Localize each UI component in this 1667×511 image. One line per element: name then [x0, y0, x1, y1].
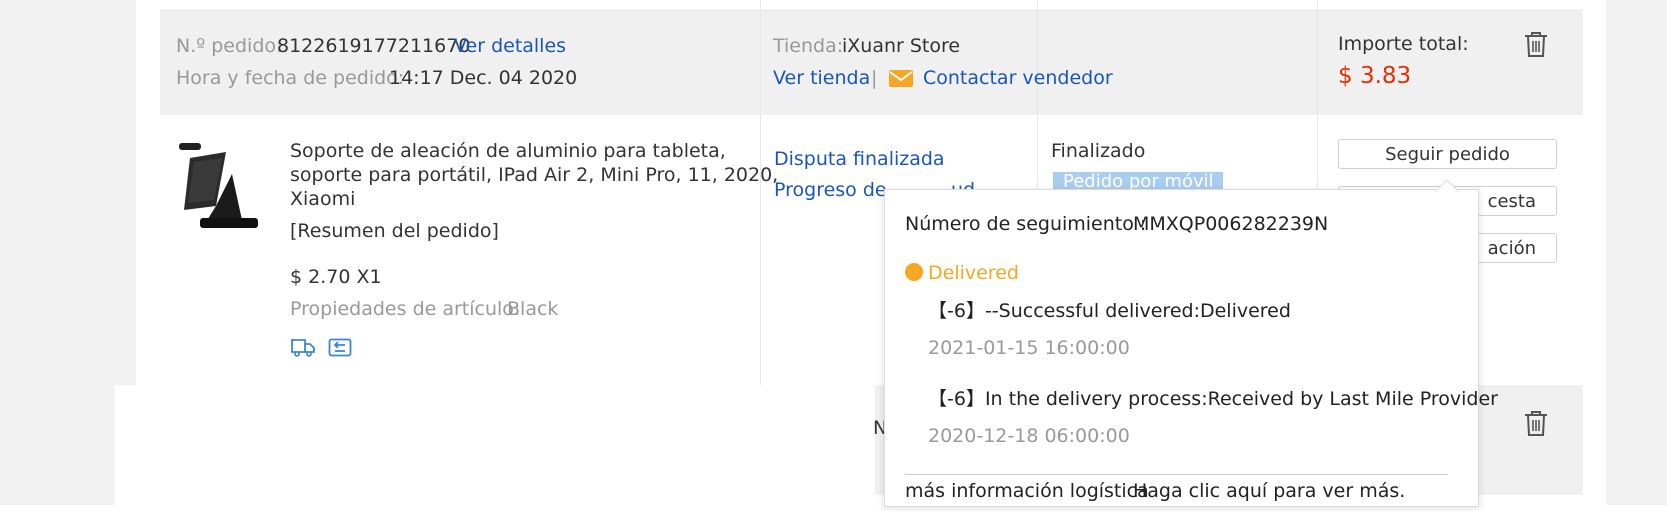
dispute-progress-link[interactable]: Progreso de: [774, 178, 887, 202]
column-divider: [760, 0, 761, 385]
tracking-event-time: 2021-01-15 16:00:00: [928, 337, 1130, 359]
tracking-event-time: 2020-12-18 06:00:00: [928, 425, 1130, 447]
more-logistics-label: más información logística: [905, 480, 1149, 502]
order-status: Finalizado: [1051, 140, 1146, 162]
column-divider: [1037, 0, 1038, 188]
tracking-number-value: MMXQP006282239N: [1133, 213, 1329, 235]
view-details-link[interactable]: Ver detalles: [454, 34, 566, 58]
status-dot-icon: [905, 263, 923, 285]
view-store-link[interactable]: Ver tienda: [773, 66, 870, 90]
link-separator: |: [871, 67, 878, 89]
more-logistics-link[interactable]: Haga clic aquí para ver más.: [1133, 479, 1405, 503]
order-summary-link[interactable]: [Resumen del pedido]: [290, 219, 499, 243]
product-thumbnail[interactable]: [176, 140, 264, 236]
store-label: Tienda:: [773, 35, 844, 57]
dispute-finished-link[interactable]: Disputa finalizada: [774, 147, 945, 171]
item-price-quantity: $ 2.70 X1: [290, 266, 382, 288]
tracking-event-text: 【-6】--Successful delivered:Delivered: [928, 300, 1291, 322]
product-title-line[interactable]: Xiaomi: [290, 187, 355, 211]
popup-divider: [905, 474, 1448, 475]
product-title-line[interactable]: Soporte de aleación de aluminio para tab…: [290, 139, 726, 163]
envelope-icon[interactable]: [888, 68, 914, 92]
order-header: [160, 9, 1583, 115]
trash-icon[interactable]: [1524, 410, 1548, 441]
product-title-line[interactable]: soporte para portátil, IPad Air 2, Mini …: [290, 163, 778, 187]
contact-seller-link[interactable]: Contactar vendedor: [923, 66, 1113, 90]
column-divider: [1317, 0, 1318, 188]
store-name: iXuanr Store: [842, 35, 961, 57]
order-datetime-value: 14:17 Dec. 04 2020: [389, 67, 578, 89]
total-amount-label: Importe total:: [1338, 33, 1469, 55]
order-datetime-label: Hora y fecha de pedido:: [176, 67, 405, 89]
total-amount-value: $ 3.83: [1338, 63, 1412, 89]
item-properties-label: Propiedades de artículo:: [290, 298, 521, 320]
next-order-blank-area: [115, 385, 875, 505]
order-number-label: N.º pedido:: [176, 35, 283, 57]
return-box-icon[interactable]: [328, 338, 352, 361]
item-properties-value: Black: [507, 298, 559, 320]
popup-arrow: [1435, 180, 1459, 192]
track-order-button[interactable]: Seguir pedido: [1338, 139, 1557, 169]
tracking-number-label: Número de seguimiento :: [905, 213, 1147, 235]
delivery-status: Delivered: [928, 262, 1019, 284]
order-number-value: 8122619177211670: [277, 35, 471, 57]
tracking-event-text: 【-6】In the delivery process:Received by …: [928, 388, 1498, 410]
shipping-truck-icon[interactable]: [290, 337, 316, 361]
trash-icon[interactable]: [1524, 31, 1548, 62]
